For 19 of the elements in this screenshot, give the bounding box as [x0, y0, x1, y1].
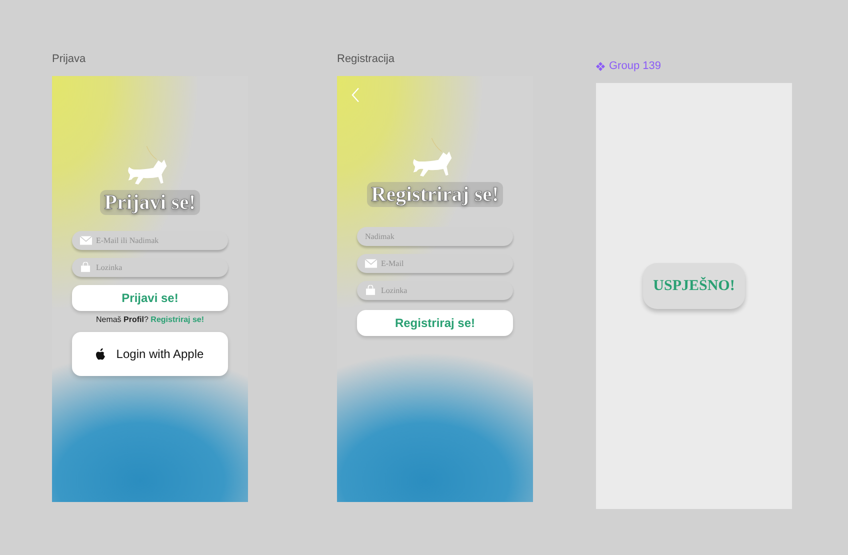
frame-title[interactable]: Registracija [337, 53, 394, 65]
input-field[interactable]: E-Mail ili Nadimak [72, 231, 228, 250]
frame-title[interactable]: Group 139 [609, 60, 661, 72]
component-icon [596, 62, 605, 70]
back-icon[interactable] [351, 86, 360, 104]
signup-link[interactable]: Registriraj se! [150, 315, 204, 324]
signup-prompt: Nemaš Profil? Registriraj se! [96, 315, 204, 324]
input-field[interactable]: Nadimak [357, 227, 513, 246]
apple-icon [96, 348, 106, 360]
submit-button[interactable]: Registriraj se! [357, 310, 513, 336]
apple-login-button[interactable]: Login with Apple [72, 332, 228, 376]
frame-title[interactable]: Prijava [52, 53, 86, 65]
submit-button[interactable]: Prijavi se! [72, 285, 228, 311]
screen-heading: Registriraj se! [367, 182, 503, 207]
success-message: USPJEŠNO! [643, 263, 745, 309]
screen-heading: Prijavi se! [100, 190, 200, 215]
input-field[interactable]: Lozinka [357, 281, 513, 300]
input-field[interactable]: Lozinka [72, 258, 228, 277]
input-field[interactable]: E-Mail [357, 254, 513, 273]
